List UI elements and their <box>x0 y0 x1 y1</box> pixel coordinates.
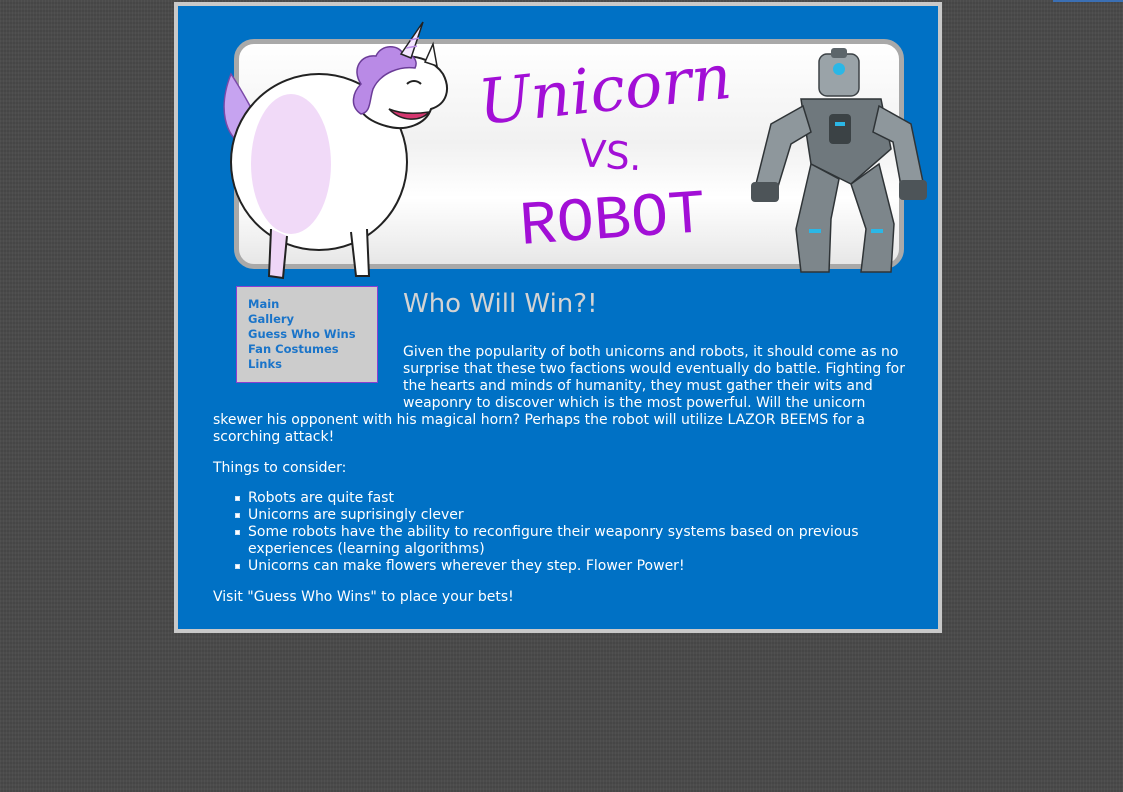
page-frame: Unicorn VS. ROBOT Main Gallery Guess Who… <box>174 2 942 633</box>
unicorn-illustration <box>223 21 448 280</box>
considerations-list: Robots are quite fast Unicorns are supri… <box>213 490 913 575</box>
robot-illustration <box>751 48 927 273</box>
list-item: Some robots have the ability to reconfig… <box>235 524 913 558</box>
banner-art: Unicorn VS. ROBOT <box>223 21 927 280</box>
call-to-action: Visit "Guess Who Wins" to place your bet… <box>213 589 514 605</box>
header-banner: Unicorn VS. ROBOT <box>223 21 927 280</box>
content-panel: Unicorn VS. ROBOT Main Gallery Guess Who… <box>178 6 938 629</box>
square-bullet-icon <box>235 513 240 518</box>
list-item-text: Some robots have the ability to reconfig… <box>248 524 859 557</box>
list-item: Unicorns are suprisingly clever <box>235 507 913 524</box>
list-item: Unicorns can make flowers wherever they … <box>235 558 913 575</box>
square-bullet-icon <box>235 496 240 501</box>
consider-label: Things to consider: <box>213 460 347 476</box>
list-item-text: Robots are quite fast <box>248 490 394 506</box>
list-item-text: Unicorns are suprisingly clever <box>248 507 464 523</box>
square-bullet-icon <box>235 564 240 569</box>
square-bullet-icon <box>235 530 240 535</box>
top-right-corner-bar <box>1053 0 1123 2</box>
banner-title-robot: ROBOT <box>517 179 708 263</box>
main-content: Who Will Win?! Given the popularity of b… <box>213 286 913 606</box>
banner-title-vs: VS. <box>578 131 643 179</box>
list-item-text: Unicorns can make flowers wherever they … <box>248 558 685 574</box>
list-item: Robots are quite fast <box>235 490 913 507</box>
banner-title-unicorn: Unicorn <box>475 40 735 139</box>
